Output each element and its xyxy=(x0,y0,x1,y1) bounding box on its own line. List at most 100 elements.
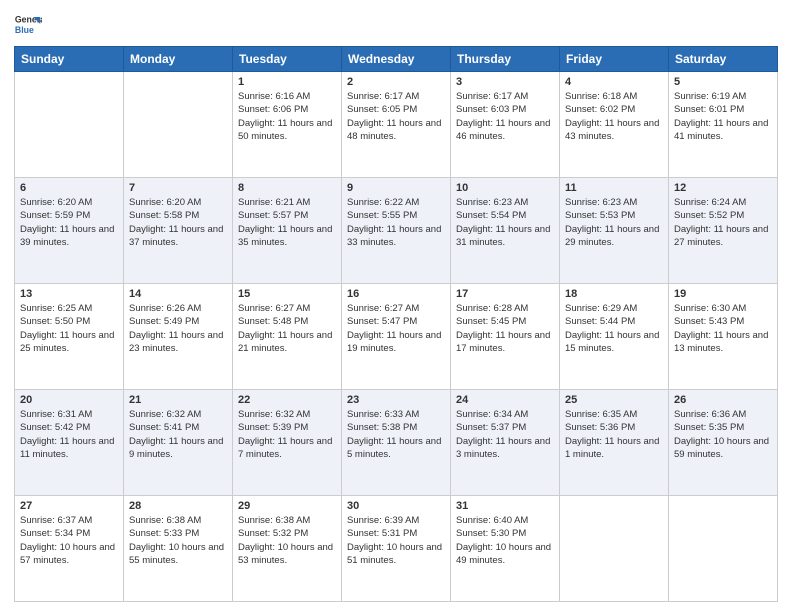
calendar-cell xyxy=(124,72,233,178)
calendar-header-row: Sunday Monday Tuesday Wednesday Thursday… xyxy=(15,47,778,72)
calendar-cell: 3Sunrise: 6:17 AMSunset: 6:03 PMDaylight… xyxy=(451,72,560,178)
day-number: 2 xyxy=(347,76,445,88)
calendar-week-2: 6Sunrise: 6:20 AMSunset: 5:59 PMDaylight… xyxy=(15,178,778,284)
day-info: Sunrise: 6:32 AMSunset: 5:39 PMDaylight:… xyxy=(238,408,336,461)
day-info: Sunrise: 6:31 AMSunset: 5:42 PMDaylight:… xyxy=(20,408,118,461)
day-number: 29 xyxy=(238,500,336,512)
col-tuesday: Tuesday xyxy=(233,47,342,72)
day-info: Sunrise: 6:28 AMSunset: 5:45 PMDaylight:… xyxy=(456,302,554,355)
day-number: 19 xyxy=(674,288,772,300)
day-number: 27 xyxy=(20,500,118,512)
day-number: 8 xyxy=(238,182,336,194)
day-number: 23 xyxy=(347,394,445,406)
calendar-cell: 16 Sunrise: 6:27 AMSunset: 5:47 PMDayligh… xyxy=(342,284,451,390)
day-info: Sunrise: 6:17 AMSunset: 6:05 PMDaylight:… xyxy=(347,90,445,143)
calendar-cell: 1Sunrise: 6:16 AMSunset: 6:06 PMDaylight… xyxy=(233,72,342,178)
calendar-cell xyxy=(15,72,124,178)
day-info: Sunrise: 6:38 AMSunset: 5:33 PMDaylight:… xyxy=(129,514,227,567)
day-info: Sunrise: 6:22 AMSunset: 5:55 PMDaylight:… xyxy=(347,196,445,249)
day-number: 24 xyxy=(456,394,554,406)
day-info: Sunrise: 6:40 AMSunset: 5:30 PMDaylight:… xyxy=(456,514,554,567)
day-info: Sunrise: 6:30 AMSunset: 5:43 PMDaylight:… xyxy=(674,302,772,355)
day-info: Sunrise: 6:33 AMSunset: 5:38 PMDaylight:… xyxy=(347,408,445,461)
day-number: 7 xyxy=(129,182,227,194)
col-saturday: Saturday xyxy=(669,47,778,72)
day-info: Sunrise: 6:29 AMSunset: 5:44 PMDaylight:… xyxy=(565,302,663,355)
calendar-cell: 21 Sunrise: 6:32 AMSunset: 5:41 PMDayligh… xyxy=(124,390,233,496)
calendar-cell: 30Sunrise: 6:39 AMSunset: 5:31 PMDayligh… xyxy=(342,496,451,602)
calendar-cell: 31Sunrise: 6:40 AMSunset: 5:30 PMDayligh… xyxy=(451,496,560,602)
day-number: 15 xyxy=(238,288,336,300)
day-info: Sunrise: 6:35 AMSunset: 5:36 PMDaylight:… xyxy=(565,408,663,461)
calendar-week-4: 20 Sunrise: 6:31 AMSunset: 5:42 PMDayligh… xyxy=(15,390,778,496)
col-monday: Monday xyxy=(124,47,233,72)
calendar-cell: 5 Sunrise: 6:19 AMSunset: 6:01 PMDaylight… xyxy=(669,72,778,178)
col-sunday: Sunday xyxy=(15,47,124,72)
calendar-cell: 12Sunrise: 6:24 AMSunset: 5:52 PMDayligh… xyxy=(669,178,778,284)
day-info: Sunrise: 6:27 AMSunset: 5:48 PMDaylight:… xyxy=(238,302,336,355)
svg-text:Blue: Blue xyxy=(15,25,34,35)
calendar-cell: 26Sunrise: 6:36 AMSunset: 5:35 PMDayligh… xyxy=(669,390,778,496)
day-number: 21 xyxy=(129,394,227,406)
day-number: 20 xyxy=(20,394,118,406)
day-info: Sunrise: 6:19 AMSunset: 6:01 PMDaylight:… xyxy=(674,90,772,143)
day-info: Sunrise: 6:23 AMSunset: 5:53 PMDaylight:… xyxy=(565,196,663,249)
calendar-cell: 25 Sunrise: 6:35 AMSunset: 5:36 PMDayligh… xyxy=(560,390,669,496)
col-friday: Friday xyxy=(560,47,669,72)
day-number: 28 xyxy=(129,500,227,512)
page-header: General Blue xyxy=(14,10,778,38)
day-info: Sunrise: 6:20 AMSunset: 5:59 PMDaylight:… xyxy=(20,196,118,249)
calendar-cell xyxy=(669,496,778,602)
calendar-cell: 27 Sunrise: 6:37 AMSunset: 5:34 PMDayligh… xyxy=(15,496,124,602)
day-number: 18 xyxy=(565,288,663,300)
day-number: 13 xyxy=(20,288,118,300)
day-number: 25 xyxy=(565,394,663,406)
day-number: 4 xyxy=(565,76,663,88)
logo-icon: General Blue xyxy=(14,10,42,38)
calendar-cell: 4Sunrise: 6:18 AMSunset: 6:02 PMDaylight… xyxy=(560,72,669,178)
day-number: 17 xyxy=(456,288,554,300)
col-wednesday: Wednesday xyxy=(342,47,451,72)
calendar-cell: 15 Sunrise: 6:27 AMSunset: 5:48 PMDayligh… xyxy=(233,284,342,390)
calendar-cell: 17 Sunrise: 6:28 AMSunset: 5:45 PMDayligh… xyxy=(451,284,560,390)
calendar-cell: 23 Sunrise: 6:33 AMSunset: 5:38 PMDayligh… xyxy=(342,390,451,496)
logo: General Blue xyxy=(14,10,42,38)
calendar-week-5: 27 Sunrise: 6:37 AMSunset: 5:34 PMDayligh… xyxy=(15,496,778,602)
calendar-cell: 18 Sunrise: 6:29 AMSunset: 5:44 PMDayligh… xyxy=(560,284,669,390)
calendar-cell: 6Sunrise: 6:20 AMSunset: 5:59 PMDaylight… xyxy=(15,178,124,284)
calendar-cell: 14Sunrise: 6:26 AMSunset: 5:49 PMDayligh… xyxy=(124,284,233,390)
day-info: Sunrise: 6:26 AMSunset: 5:49 PMDaylight:… xyxy=(129,302,227,355)
calendar-cell: 19 Sunrise: 6:30 AMSunset: 5:43 PMDayligh… xyxy=(669,284,778,390)
day-info: Sunrise: 6:32 AMSunset: 5:41 PMDaylight:… xyxy=(129,408,227,461)
calendar-table: Sunday Monday Tuesday Wednesday Thursday… xyxy=(14,46,778,602)
day-info: Sunrise: 6:23 AMSunset: 5:54 PMDaylight:… xyxy=(456,196,554,249)
day-info: Sunrise: 6:27 AMSunset: 5:47 PMDaylight:… xyxy=(347,302,445,355)
calendar-cell: 9 Sunrise: 6:22 AMSunset: 5:55 PMDaylight… xyxy=(342,178,451,284)
calendar-cell: 11Sunrise: 6:23 AMSunset: 5:53 PMDayligh… xyxy=(560,178,669,284)
calendar-cell xyxy=(560,496,669,602)
day-info: Sunrise: 6:37 AMSunset: 5:34 PMDaylight:… xyxy=(20,514,118,567)
day-number: 1 xyxy=(238,76,336,88)
day-number: 16 xyxy=(347,288,445,300)
day-number: 5 xyxy=(674,76,772,88)
calendar-cell: 22Sunrise: 6:32 AMSunset: 5:39 PMDayligh… xyxy=(233,390,342,496)
day-info: Sunrise: 6:39 AMSunset: 5:31 PMDaylight:… xyxy=(347,514,445,567)
day-info: Sunrise: 6:34 AMSunset: 5:37 PMDaylight:… xyxy=(456,408,554,461)
day-number: 9 xyxy=(347,182,445,194)
calendar-cell: 13Sunrise: 6:25 AMSunset: 5:50 PMDayligh… xyxy=(15,284,124,390)
calendar-cell: 2 Sunrise: 6:17 AMSunset: 6:05 PMDaylight… xyxy=(342,72,451,178)
day-number: 10 xyxy=(456,182,554,194)
day-number: 3 xyxy=(456,76,554,88)
calendar-cell: 29 Sunrise: 6:38 AMSunset: 5:32 PMDayligh… xyxy=(233,496,342,602)
calendar-cell: 28 Sunrise: 6:38 AMSunset: 5:33 PMDayligh… xyxy=(124,496,233,602)
calendar-cell: 8 Sunrise: 6:21 AMSunset: 5:57 PMDaylight… xyxy=(233,178,342,284)
calendar-week-3: 13Sunrise: 6:25 AMSunset: 5:50 PMDayligh… xyxy=(15,284,778,390)
day-info: Sunrise: 6:20 AMSunset: 5:58 PMDaylight:… xyxy=(129,196,227,249)
calendar-cell: 7 Sunrise: 6:20 AMSunset: 5:58 PMDaylight… xyxy=(124,178,233,284)
day-info: Sunrise: 6:38 AMSunset: 5:32 PMDaylight:… xyxy=(238,514,336,567)
calendar-cell: 10 Sunrise: 6:23 AMSunset: 5:54 PMDayligh… xyxy=(451,178,560,284)
col-thursday: Thursday xyxy=(451,47,560,72)
day-info: Sunrise: 6:24 AMSunset: 5:52 PMDaylight:… xyxy=(674,196,772,249)
day-info: Sunrise: 6:21 AMSunset: 5:57 PMDaylight:… xyxy=(238,196,336,249)
calendar-cell: 24 Sunrise: 6:34 AMSunset: 5:37 PMDayligh… xyxy=(451,390,560,496)
